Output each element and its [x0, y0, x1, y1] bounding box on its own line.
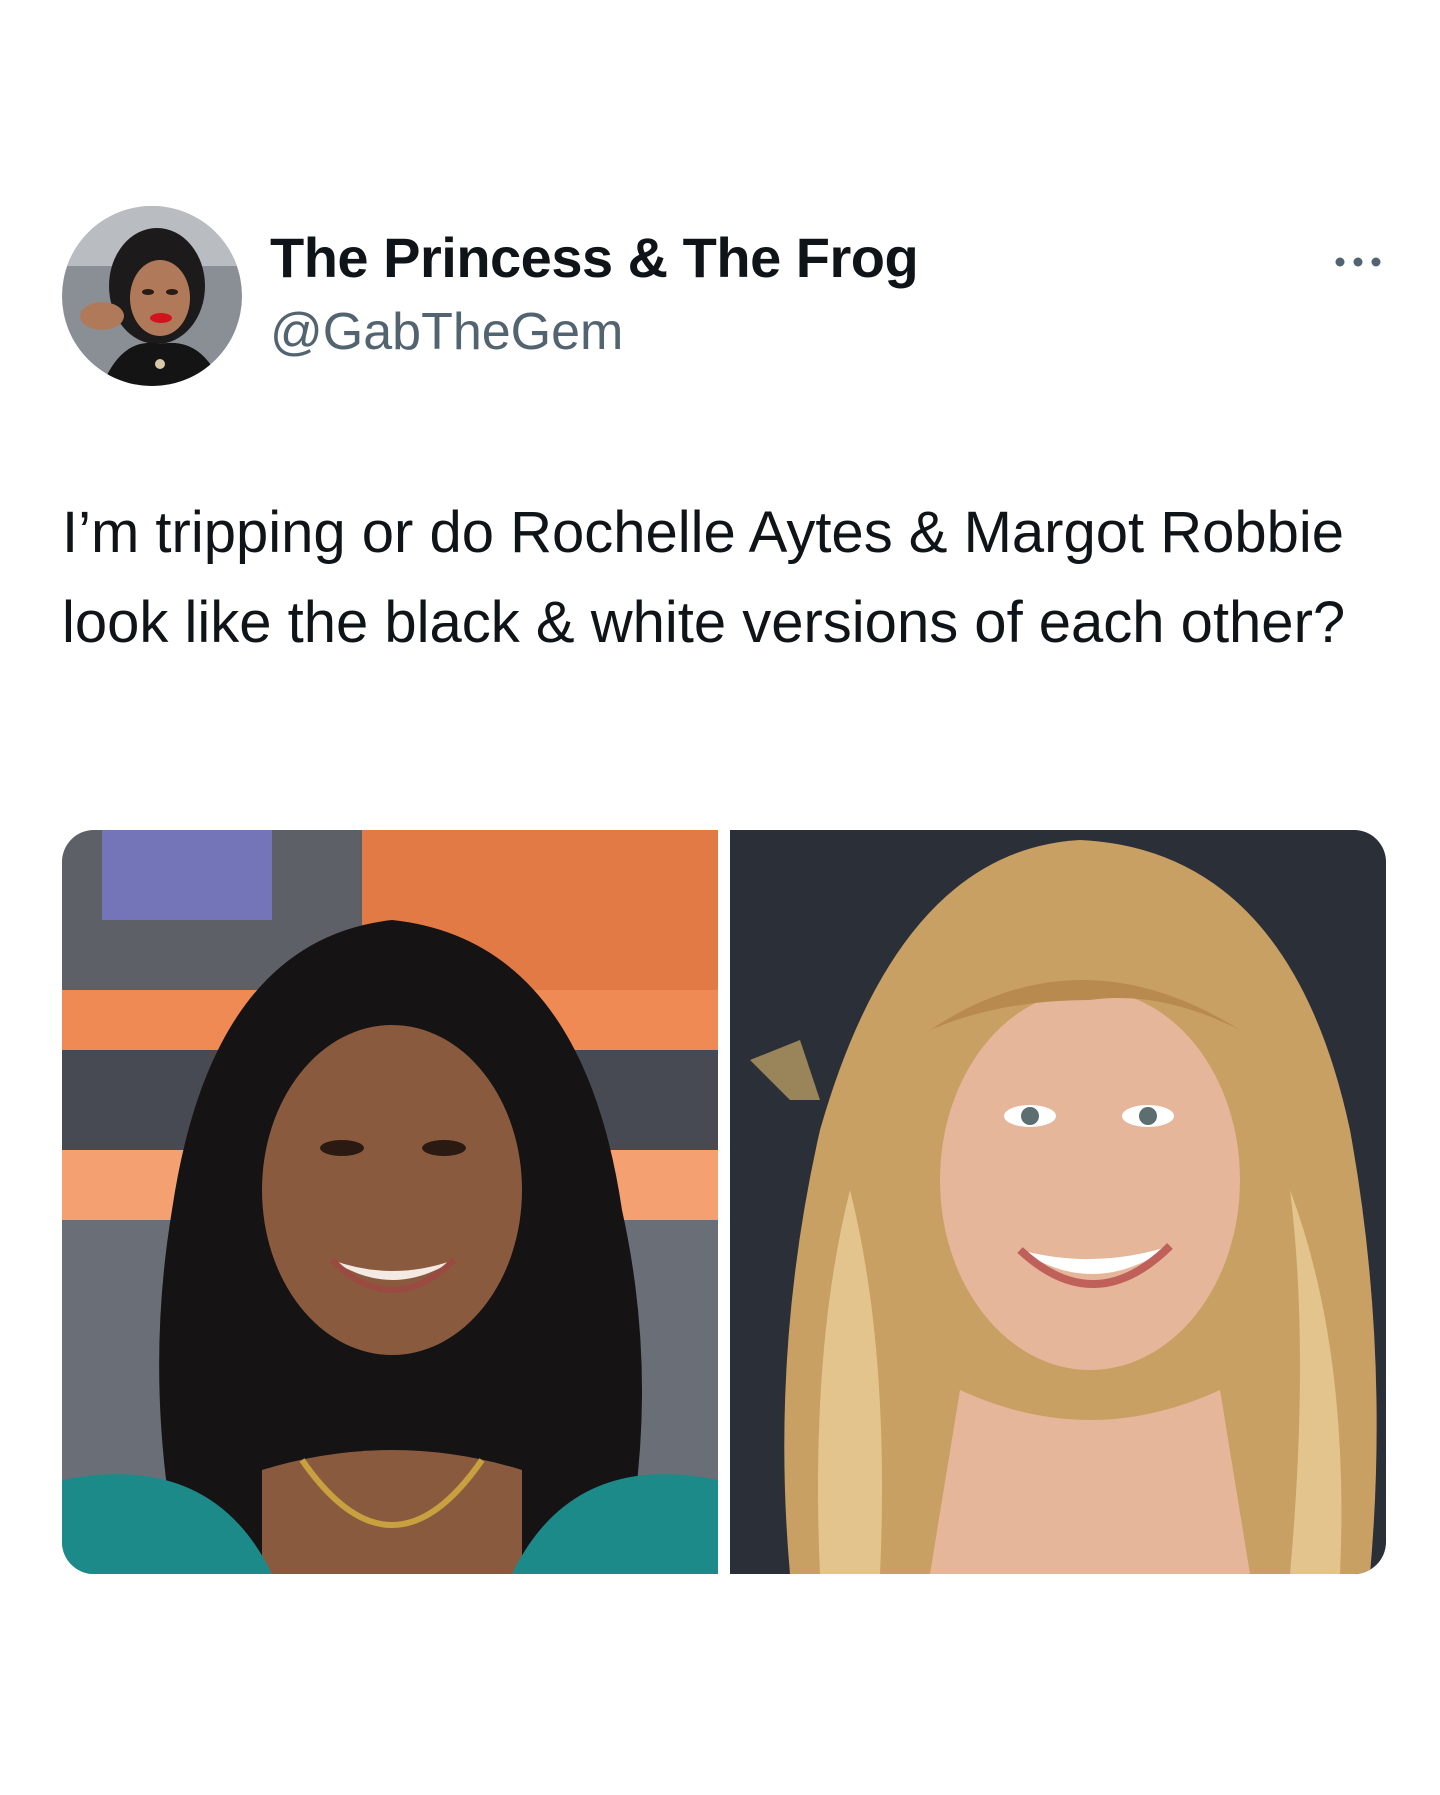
- tweet-text: I’m tripping or do Rochelle Aytes & Marg…: [62, 500, 1346, 655]
- author-handle[interactable]: @GabTheGem: [270, 302, 623, 362]
- avatar-image: [62, 206, 242, 386]
- tweet-card: The Princess & The Frog @GabTheGem I’m t…: [0, 0, 1440, 1795]
- media-photo-right[interactable]: [730, 830, 1386, 1574]
- tweet-media: [62, 830, 1386, 1574]
- avatar[interactable]: [62, 206, 242, 386]
- more-horizontal-icon: [1335, 257, 1381, 267]
- author-display-name[interactable]: The Princess & The Frog: [270, 226, 919, 290]
- right-photo-image: [730, 830, 1386, 1574]
- more-options-button[interactable]: [1330, 246, 1386, 278]
- left-photo-image: [62, 830, 718, 1574]
- media-photo-left[interactable]: [62, 830, 718, 1574]
